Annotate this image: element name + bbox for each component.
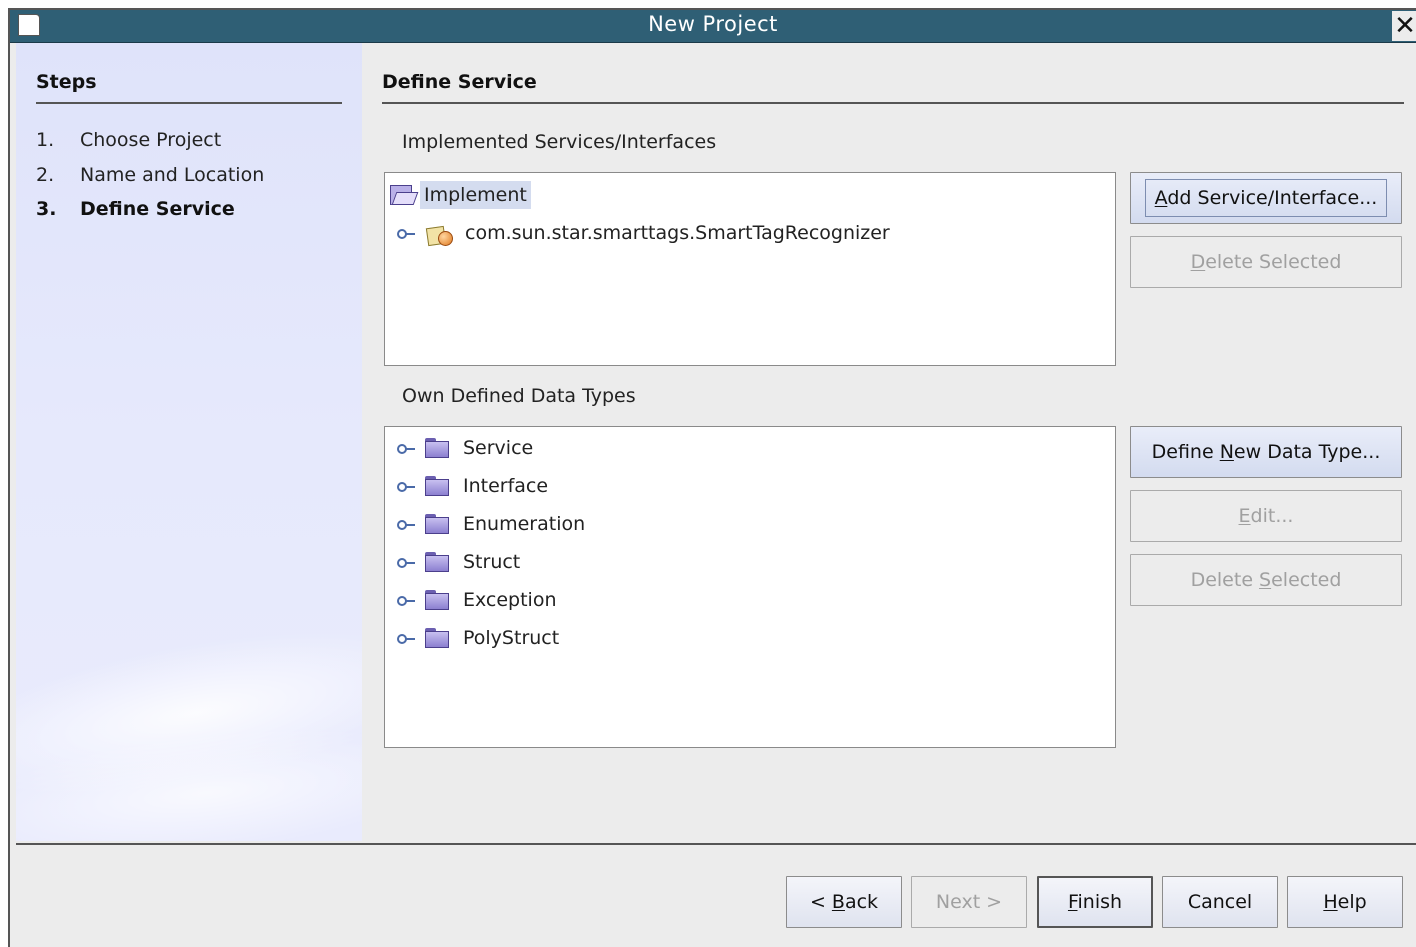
tree-node-label: PolyStruct — [463, 627, 560, 649]
tree-node-label: Struct — [463, 551, 521, 573]
tree-node-label: Enumeration — [463, 513, 586, 535]
step-label: Define Service — [80, 198, 235, 220]
tree-node-exception-type[interactable]: Exception — [397, 589, 557, 611]
folder-icon — [425, 438, 449, 458]
tree-node-label: Service — [463, 437, 534, 459]
own-data-types-label: Own Defined Data Types — [402, 385, 636, 407]
tree-node-interface-type[interactable]: Interface — [397, 475, 548, 497]
folder-icon — [425, 514, 449, 534]
tree-node-label: Interface — [463, 475, 549, 497]
folder-open-icon — [390, 185, 416, 205]
folder-icon — [425, 552, 449, 572]
title-bar[interactable]: New Project ✕ — [10, 10, 1416, 43]
divider — [36, 102, 342, 104]
step-number: 3. — [36, 198, 57, 220]
service-icon — [425, 221, 453, 247]
expand-handle-icon[interactable] — [397, 480, 415, 492]
expand-handle-icon[interactable] — [397, 632, 415, 644]
divider — [382, 102, 1404, 104]
step-number: 2. — [36, 164, 55, 186]
folder-icon — [425, 476, 449, 496]
folder-icon — [425, 628, 449, 648]
expand-handle-icon[interactable] — [397, 442, 415, 454]
tree-node-label: Exception — [463, 589, 557, 611]
tree-node-struct-type[interactable]: Struct — [397, 551, 520, 573]
steps-panel: Steps 1. Choose Project 2. Name and Locati… — [16, 43, 362, 841]
tree-node-service-type[interactable]: Service — [397, 437, 533, 459]
window-title: New Project — [648, 12, 778, 36]
tree-node-implement[interactable]: Implement — [390, 181, 531, 209]
step-label: Choose Project — [80, 129, 222, 151]
add-service-interface-button[interactable]: Add Service/Interface... — [1130, 172, 1402, 224]
implemented-services-label: Implemented Services/Interfaces — [402, 131, 717, 153]
back-button[interactable]: < Back — [786, 876, 902, 928]
content-panel: Define Service Implemented Services/Inte… — [362, 43, 1416, 841]
cancel-button[interactable]: Cancel — [1162, 876, 1278, 928]
step-label: Name and Location — [80, 164, 265, 186]
edit-data-type-button[interactable]: Edit... — [1130, 490, 1402, 542]
expand-handle-icon[interactable] — [397, 594, 415, 606]
steps-heading: Steps — [36, 71, 97, 93]
next-button[interactable]: Next > — [911, 876, 1027, 928]
define-new-data-type-button[interactable]: Define New Data Type... — [1130, 426, 1402, 478]
step-define-service: 3. Define Service — [36, 198, 235, 220]
tree-node-polystruct-type[interactable]: PolyStruct — [397, 627, 559, 649]
delete-selected-service-button[interactable]: Delete Selected — [1130, 236, 1402, 288]
tree-node-service[interactable]: com.sun.star.smarttags.SmartTagRecognize… — [397, 221, 890, 247]
finish-button[interactable]: Finish — [1037, 876, 1153, 928]
expand-handle-icon[interactable] — [397, 518, 415, 530]
folder-icon — [425, 590, 449, 610]
expand-handle-icon[interactable] — [397, 227, 415, 239]
page-title: Define Service — [382, 71, 537, 93]
implemented-services-tree[interactable]: Implement com.sun.star.smarttags.SmartTa… — [384, 172, 1116, 366]
tree-node-label: Implement — [420, 181, 531, 209]
delete-selected-data-type-button[interactable]: Delete Selected — [1130, 554, 1402, 606]
divider — [16, 843, 1416, 845]
own-data-types-tree[interactable]: Service Interface Enumeration Struct Exc — [384, 426, 1116, 748]
tree-node-enumeration-type[interactable]: Enumeration — [397, 513, 585, 535]
step-name-and-location: 2. Name and Location — [36, 164, 264, 186]
help-button[interactable]: Help — [1287, 876, 1403, 928]
expand-handle-icon[interactable] — [397, 556, 415, 568]
new-project-dialog: New Project ✕ Steps 1. Choose Project 2. N… — [8, 8, 1416, 947]
step-number: 1. — [36, 129, 55, 151]
step-choose-project: 1. Choose Project — [36, 129, 221, 151]
tree-node-label: com.sun.star.smarttags.SmartTagRecognize… — [465, 222, 890, 244]
close-icon[interactable]: ✕ — [1392, 11, 1416, 41]
